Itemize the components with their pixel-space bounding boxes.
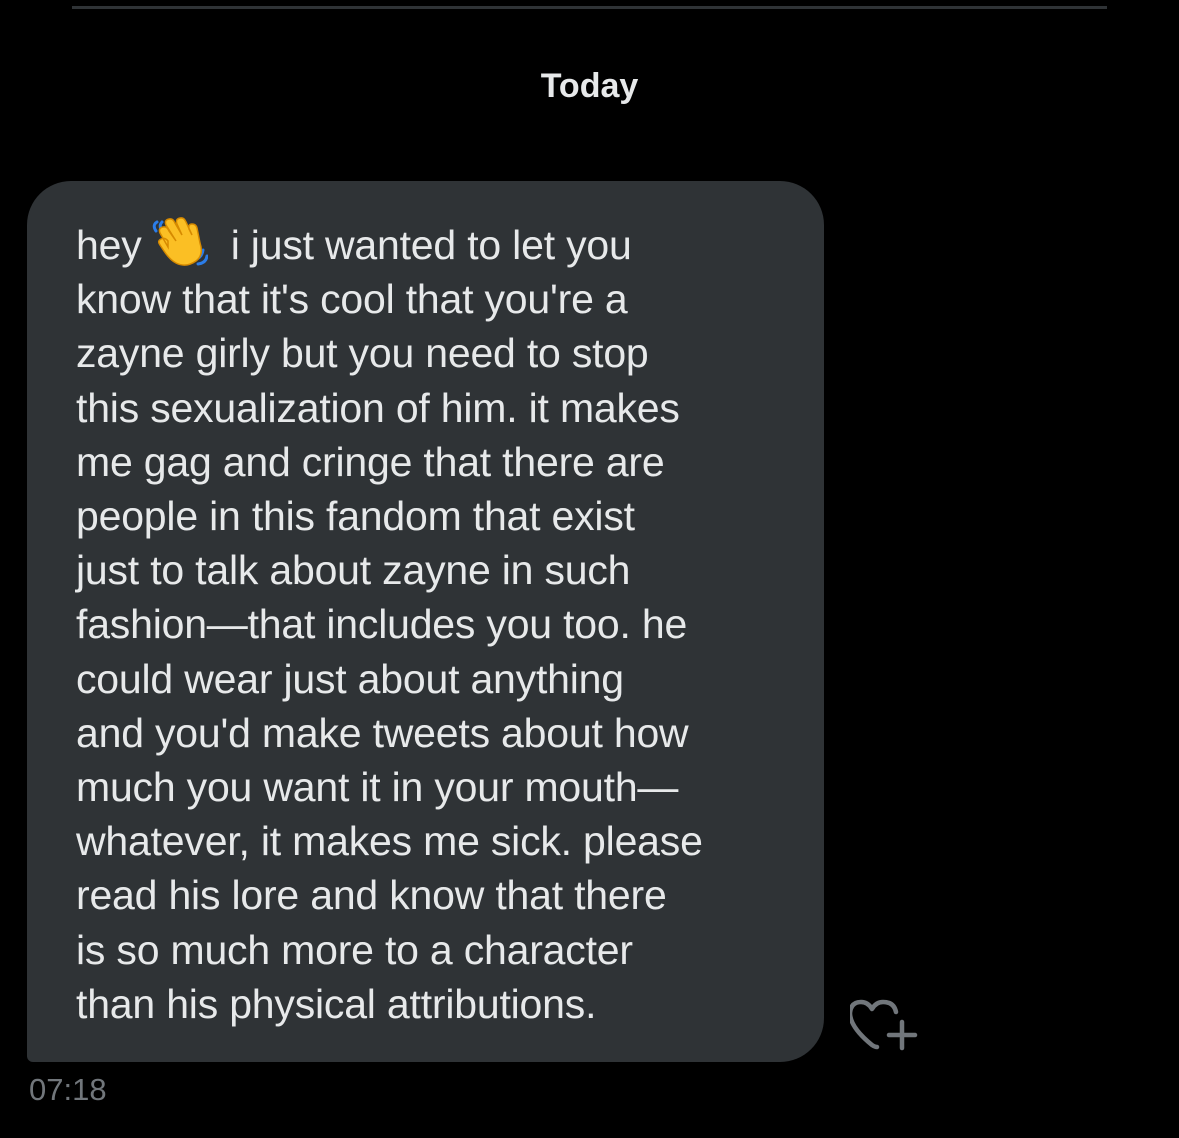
message-line: know that it's cool that you're a [76,276,628,323]
message-bubble[interactable]: hey i just wanted to let you know that i… [27,181,824,1062]
waving-hand-emoji [152,217,208,266]
heart-plus-icon[interactable] [850,996,920,1058]
message-line: just to talk about zayne in such [76,547,631,594]
message-line: this sexualization of him. it makes [76,384,680,431]
header-divider [72,6,1107,9]
message-text: hey i just wanted to let you know that i… [76,217,784,1031]
message-line: me gag and cringe that there are [76,438,665,485]
message-line: and you'd make tweets about how [76,709,689,756]
message-text-start: hey [76,222,142,268]
message-line: i just wanted to let you [219,222,632,268]
message-line: than his physical attributions. [76,980,597,1027]
message-line: could wear just about anything [76,655,624,702]
message-timestamp: 07:18 [29,1072,107,1107]
message-line: people in this fandom that exist [76,493,635,540]
date-separator: Today [540,67,639,105]
message-line: fashion—that includes you too. he [76,601,688,648]
message-line: read his lore and know that there [76,872,667,919]
dm-conversation-screen: Today hey i just wanted to let you know … [0,0,1179,1138]
message-line: much you want it in your mouth— [76,764,679,811]
message-line: whatever, it makes me sick. please [76,818,703,865]
message-line: is so much more to a character [76,926,633,973]
message-line: zayne girly but you need to stop [76,330,649,377]
